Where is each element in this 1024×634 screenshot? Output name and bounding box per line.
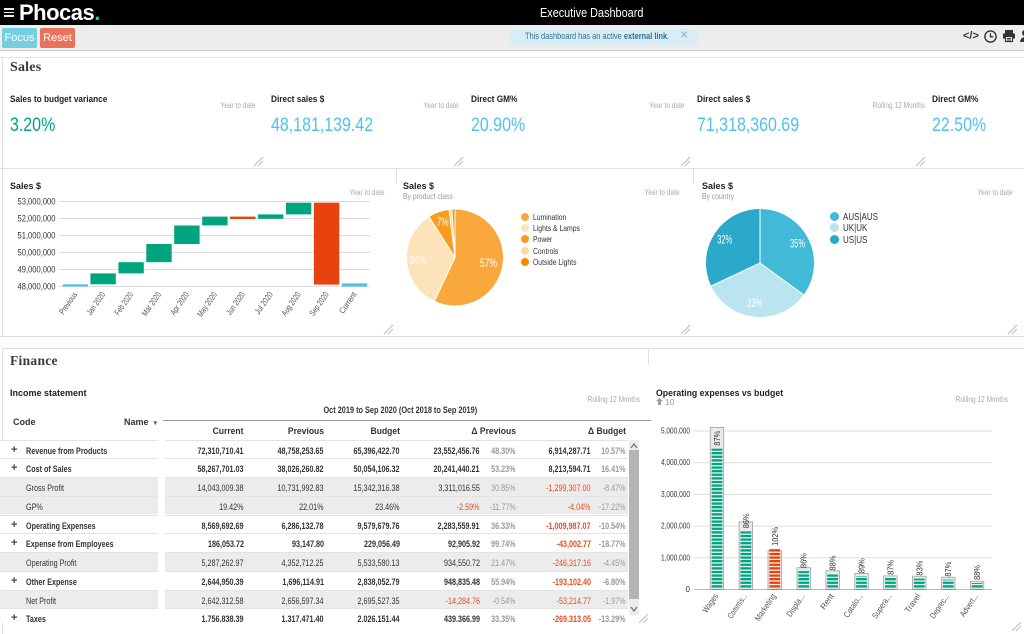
- svg-text:33%: 33%: [747, 296, 762, 310]
- svg-text:Commis...: Commis...: [725, 592, 749, 621]
- svg-text:86%: 86%: [741, 513, 751, 528]
- svg-text:50,000,000: 50,000,000: [18, 248, 56, 258]
- svg-text:4,000,000: 4,000,000: [661, 458, 690, 467]
- svg-text:Catalo...: Catalo...: [841, 592, 864, 620]
- svg-text:35%: 35%: [790, 237, 805, 251]
- svg-text:0: 0: [686, 585, 691, 594]
- svg-text:83%: 83%: [914, 560, 924, 575]
- svg-text:1,000,000: 1,000,000: [661, 553, 690, 562]
- svg-text:Deprec...: Deprec...: [927, 592, 951, 621]
- svg-text:34%: 34%: [409, 253, 426, 267]
- svg-text:5,000,000: 5,000,000: [661, 427, 690, 436]
- svg-text:Mar 2020: Mar 2020: [139, 290, 163, 318]
- svg-text:Jul 2020: Jul 2020: [252, 290, 275, 316]
- svg-text:49,000,000: 49,000,000: [18, 265, 56, 275]
- svg-text:52,000,000: 52,000,000: [18, 214, 56, 224]
- svg-text:Jun 2020: Jun 2020: [224, 290, 247, 317]
- svg-text:3,000,000: 3,000,000: [661, 490, 690, 499]
- svg-text:Previous: Previous: [57, 290, 80, 316]
- svg-text:Current: Current: [337, 289, 359, 315]
- svg-text:87%: 87%: [885, 560, 895, 575]
- svg-text:Aug 2020: Aug 2020: [279, 290, 303, 318]
- svg-text:Sep 2020: Sep 2020: [307, 290, 331, 318]
- svg-text:48,000,000: 48,000,000: [18, 282, 56, 292]
- svg-text:Apr 2020: Apr 2020: [168, 290, 191, 317]
- svg-text:7%: 7%: [437, 215, 449, 229]
- svg-text:Supera...: Supera...: [870, 592, 894, 621]
- svg-text:102%: 102%: [770, 527, 780, 546]
- svg-text:32%: 32%: [717, 233, 732, 247]
- svg-text:Jan 2020: Jan 2020: [84, 290, 107, 317]
- svg-text:Advert...: Advert...: [957, 592, 980, 619]
- svg-text:87%: 87%: [712, 430, 722, 445]
- svg-text:Feb 2020: Feb 2020: [112, 290, 135, 317]
- svg-text:Wages: Wages: [700, 592, 720, 615]
- svg-text:57%: 57%: [480, 256, 497, 270]
- svg-text:86%: 86%: [799, 553, 809, 568]
- svg-text:53,000,000: 53,000,000: [18, 197, 56, 207]
- svg-text:87%: 87%: [943, 561, 953, 576]
- svg-text:Marketing: Marketing: [752, 591, 778, 622]
- svg-text:88%: 88%: [972, 565, 982, 580]
- svg-text:Travel: Travel: [902, 591, 922, 614]
- svg-text:88%: 88%: [828, 555, 838, 570]
- svg-text:2,000,000: 2,000,000: [661, 522, 690, 531]
- svg-text:Displa...: Displa...: [784, 592, 807, 619]
- svg-text:89%: 89%: [857, 558, 867, 573]
- svg-text:51,000,000: 51,000,000: [18, 231, 56, 241]
- svg-text:May 2020: May 2020: [195, 290, 219, 319]
- svg-text:Rent: Rent: [818, 591, 836, 611]
